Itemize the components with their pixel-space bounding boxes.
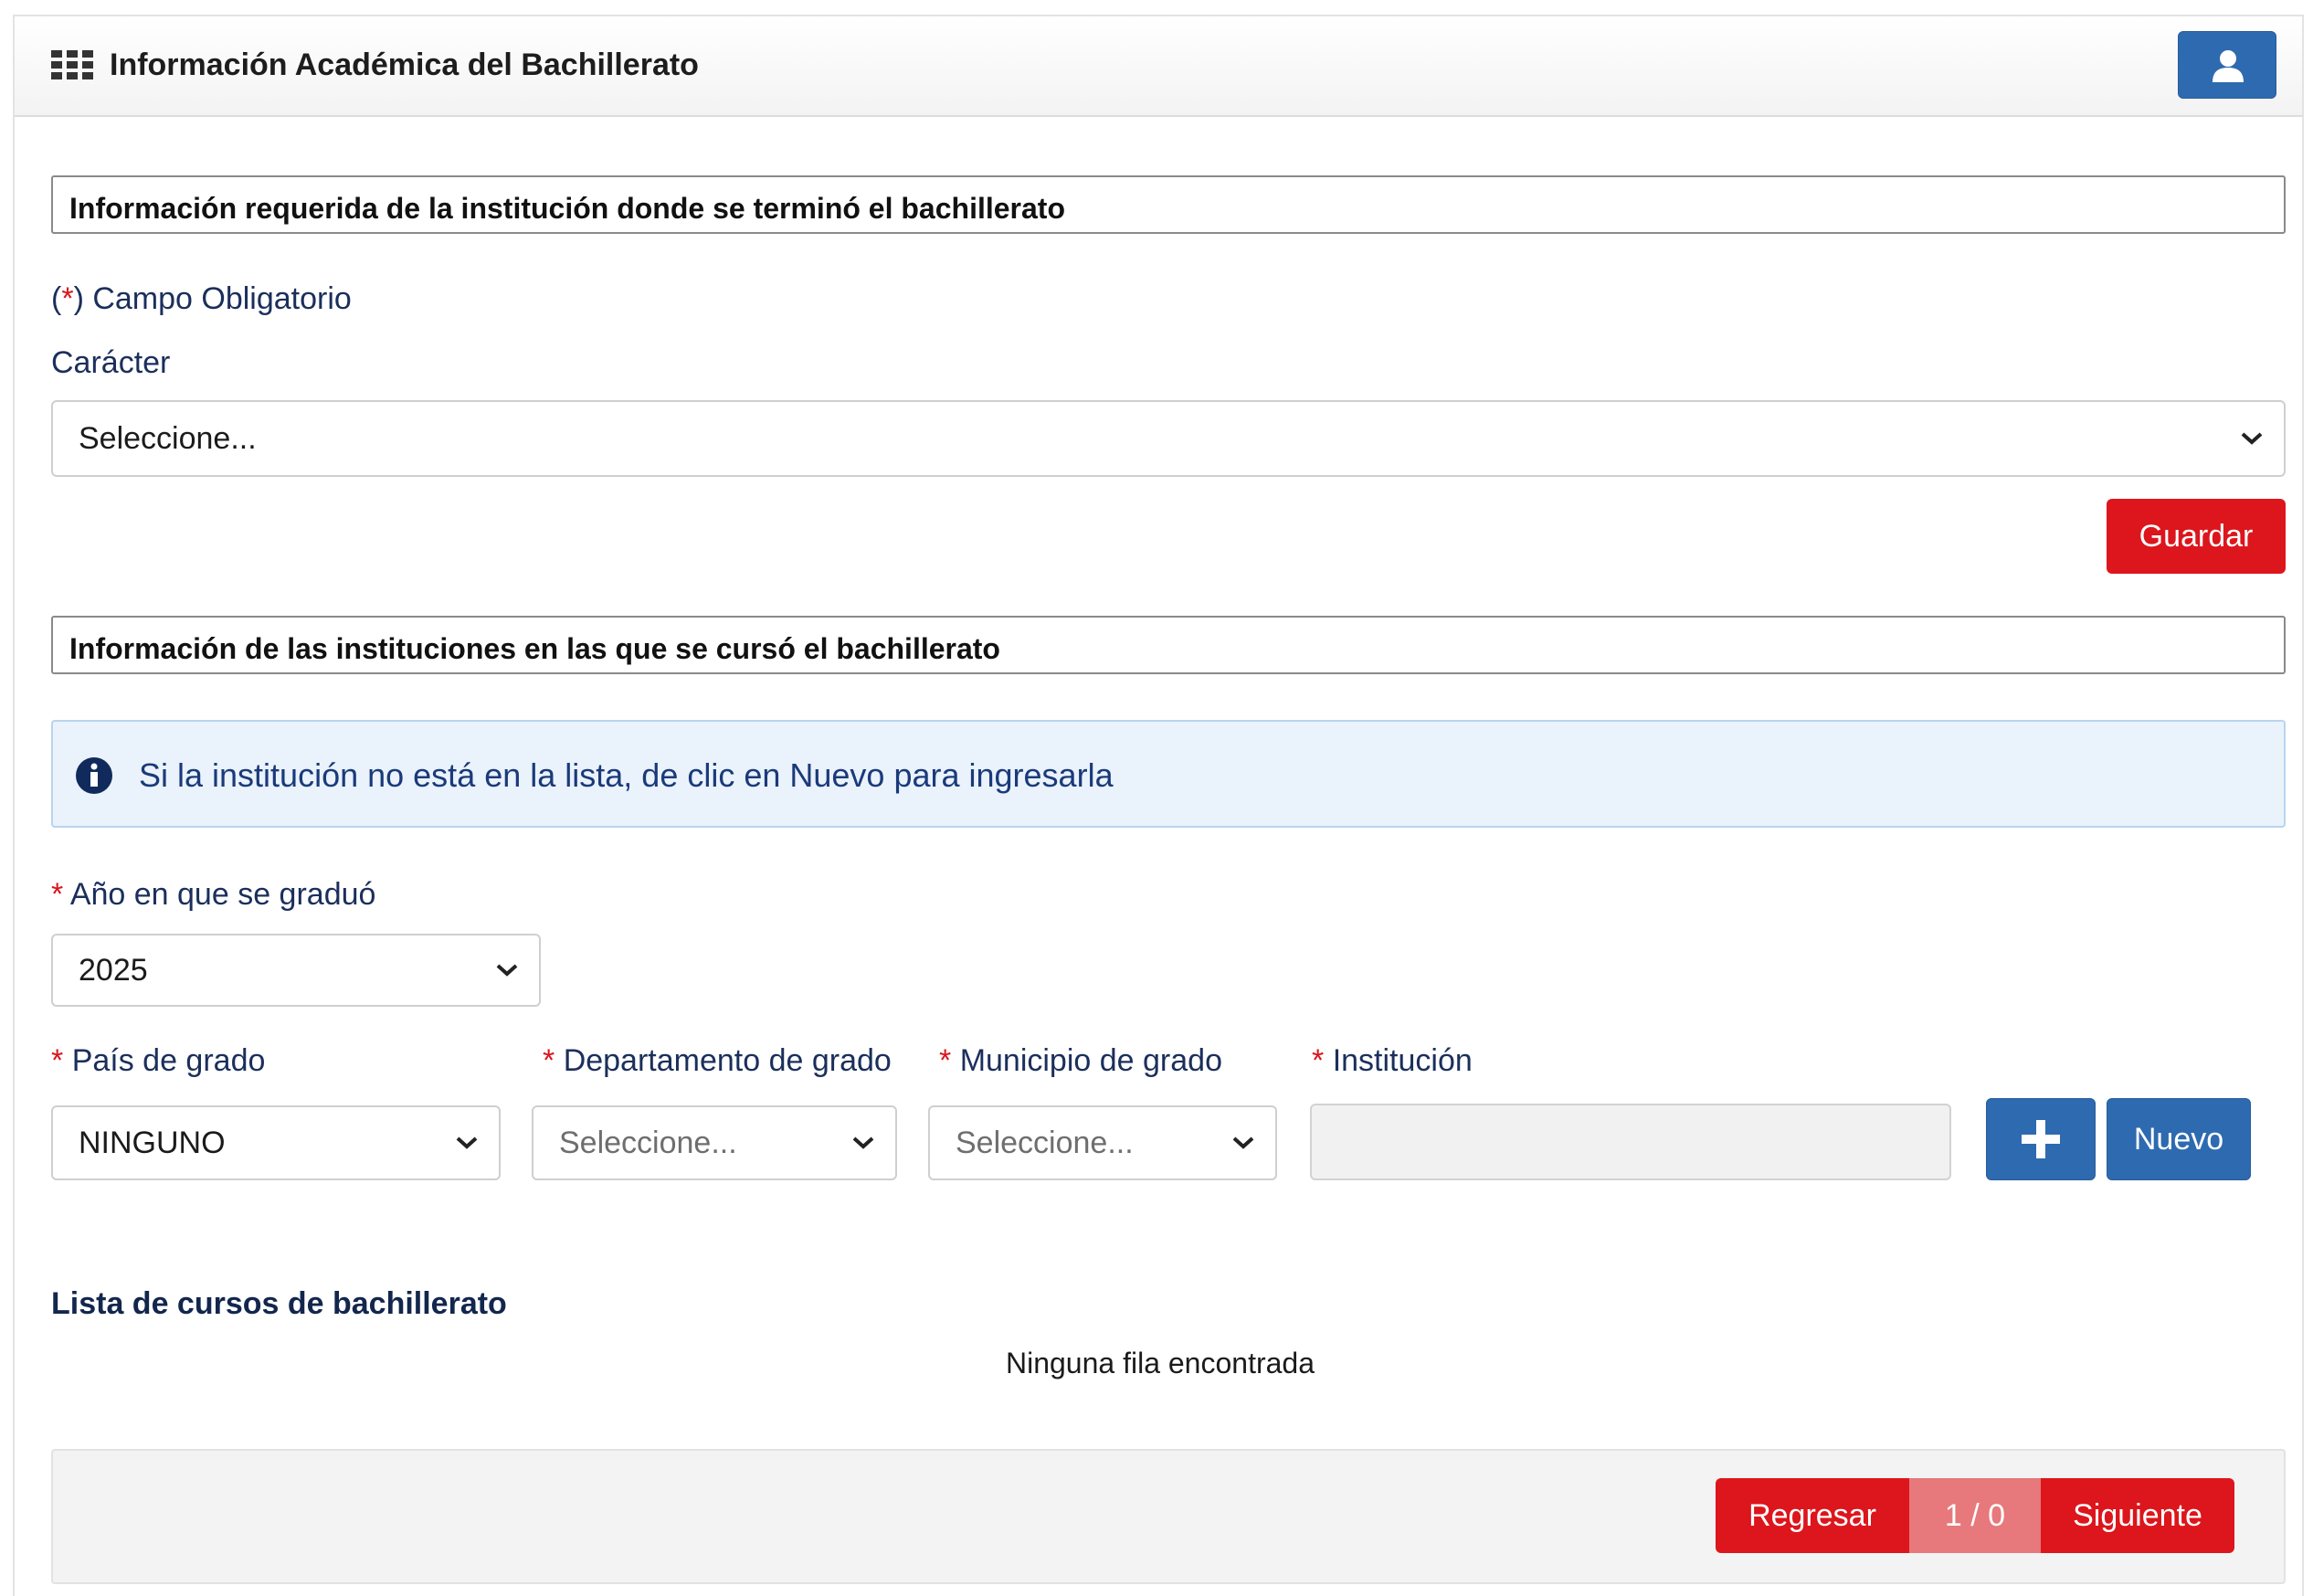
- user-icon: [2213, 50, 2244, 82]
- grid-icon: [51, 50, 93, 79]
- info-text: Si la institución no está en la lista, d…: [139, 756, 1114, 794]
- plus-icon: [2022, 1120, 2060, 1158]
- new-institution-button[interactable]: Nuevo: [2107, 1098, 2251, 1180]
- institution-input[interactable]: [1310, 1104, 1951, 1180]
- page-counter: 1 / 0: [1909, 1478, 2041, 1553]
- department-label: * Departamento de grado: [543, 1043, 892, 1078]
- graduation-year-select[interactable]: 2025: [51, 934, 541, 1007]
- country-select[interactable]: NINGUNO: [51, 1105, 501, 1180]
- next-button[interactable]: Siguiente: [2041, 1478, 2234, 1553]
- caracter-select-value: Seleccione...: [79, 420, 257, 456]
- chevron-down-icon: [496, 964, 518, 977]
- chevron-down-icon: [2241, 432, 2263, 445]
- chevron-down-icon: [456, 1136, 478, 1149]
- back-button[interactable]: Regresar: [1716, 1478, 1909, 1553]
- graduation-year-label: * Año en que se graduó: [51, 877, 376, 912]
- user-profile-button[interactable]: [2178, 31, 2276, 99]
- page-title: Información Académica del Bachillerato: [110, 48, 699, 82]
- info-alert: Si la institución no está en la lista, d…: [51, 720, 2286, 828]
- department-select-value: Seleccione...: [559, 1125, 737, 1160]
- empty-list-message: Ninguna fila encontrada: [1005, 1347, 1315, 1379]
- caracter-label: Carácter: [51, 345, 171, 380]
- info-icon: [76, 757, 112, 794]
- required-fields-note: (*) Campo Obligatorio: [51, 281, 352, 316]
- caracter-select[interactable]: Seleccione...: [51, 400, 2286, 477]
- chevron-down-icon: [852, 1136, 874, 1149]
- municipality-label: * Municipio de grado: [939, 1043, 1222, 1078]
- graduation-year-value: 2025: [79, 952, 148, 988]
- department-select[interactable]: Seleccione...: [532, 1105, 897, 1180]
- section-title-institutions-attended: Información de las instituciones en las …: [51, 616, 2286, 674]
- institution-label: * Institución: [1312, 1043, 1473, 1078]
- save-button[interactable]: Guardar: [2107, 499, 2286, 574]
- municipality-select[interactable]: Seleccione...: [928, 1105, 1277, 1180]
- add-institution-button[interactable]: [1986, 1098, 2096, 1180]
- courses-list-title: Lista de cursos de bachillerato: [51, 1286, 507, 1321]
- chevron-down-icon: [1232, 1136, 1254, 1149]
- panel-header: Información Académica del Bachillerato: [15, 16, 2302, 117]
- academic-info-panel: Información Académica del Bachillerato I…: [13, 15, 2304, 1596]
- country-select-value: NINGUNO: [79, 1125, 226, 1160]
- section-title-institution-finished: Información requerida de la institución …: [51, 175, 2286, 234]
- country-label: * País de grado: [51, 1043, 266, 1078]
- municipality-select-value: Seleccione...: [956, 1125, 1134, 1160]
